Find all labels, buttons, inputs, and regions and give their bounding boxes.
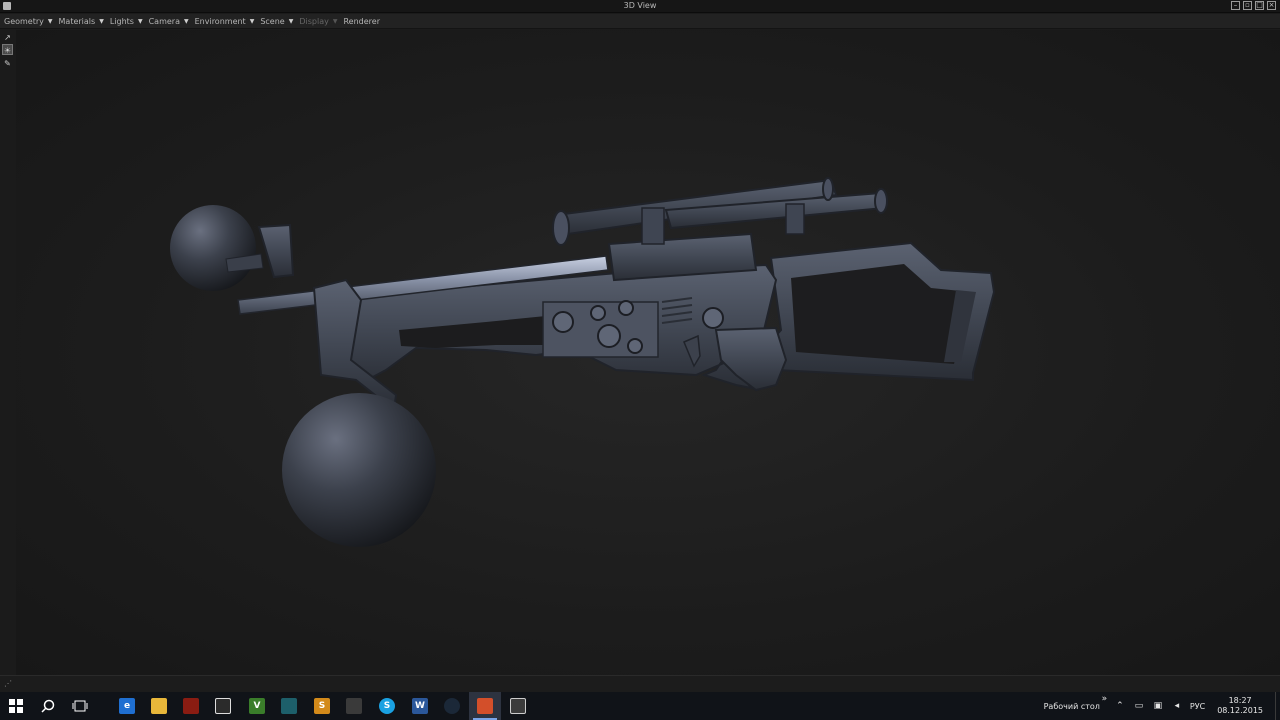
- steam-icon: [444, 698, 460, 714]
- menu-display: Display ▼: [299, 16, 338, 26]
- search-button[interactable]: [32, 692, 64, 720]
- language-indicator[interactable]: РУС: [1190, 702, 1205, 711]
- menu-renderer[interactable]: Renderer: [343, 17, 380, 26]
- knob-1: [552, 311, 574, 333]
- window-controls: – ▫ □ ×: [1231, 1, 1276, 10]
- window-title: 3D View: [623, 1, 657, 10]
- scope-lens: [874, 188, 888, 214]
- maximize-icon[interactable]: □: [1255, 1, 1264, 10]
- dota-icon: [183, 698, 199, 714]
- zbrush-icon: [281, 698, 297, 714]
- clock-time: 18:27: [1228, 696, 1252, 705]
- resize-grip-icon[interactable]: ⋰: [4, 679, 12, 688]
- paint-app-icon: S: [314, 698, 330, 714]
- front-sight-bracket: [257, 223, 295, 279]
- menu-lights[interactable]: Lights ▼: [110, 17, 143, 26]
- 3d-viewport[interactable]: [16, 30, 1280, 675]
- export-icon[interactable]: ↗: [2, 32, 13, 43]
- taskbar-app-paint[interactable]: S: [306, 692, 338, 720]
- apps-grid-icon: [346, 698, 362, 714]
- knob-3: [618, 300, 634, 316]
- front-sphere: [282, 393, 436, 547]
- caret-down-icon: ▼: [288, 17, 294, 25]
- knob-5: [627, 338, 643, 354]
- title-bar: 3D View – ▫ □ ×: [0, 0, 1280, 13]
- search-icon: [41, 699, 55, 713]
- caret-down-icon: ▼: [137, 17, 143, 25]
- menu-environment[interactable]: Environment ▼: [195, 17, 255, 26]
- taskbar-app-zbrush[interactable]: [273, 692, 305, 720]
- taskbar-app-dota[interactable]: [175, 692, 207, 720]
- windows-icon: [9, 699, 23, 713]
- scope-ring-1: [641, 207, 665, 245]
- chevron-up-icon[interactable]: ⌃: [1114, 700, 1126, 712]
- caret-down-icon: ▼: [99, 17, 104, 25]
- substance-painter-icon: [477, 698, 493, 714]
- taskbar-app-steam[interactable]: [436, 692, 468, 720]
- store-icon: [215, 698, 231, 714]
- back-sphere: [170, 205, 256, 291]
- viewport-menu-bar: Geometry ▼ Materials ▼ Lights ▼ Camera ▼ Env…: [0, 14, 1280, 29]
- close-icon[interactable]: ×: [1267, 1, 1276, 10]
- toolbar-chevron-icon[interactable]: »: [1102, 694, 1108, 704]
- taskbar-app-store[interactable]: [207, 692, 239, 720]
- calculator-icon: [510, 698, 526, 714]
- knob-4: [597, 324, 621, 348]
- task-view-icon: [72, 700, 88, 712]
- taskbar-app-vray[interactable]: V: [241, 692, 273, 720]
- volume-icon[interactable]: ◂: [1171, 700, 1183, 712]
- caret-down-icon: ▼: [249, 17, 255, 25]
- caret-down-icon: ▼: [183, 17, 189, 25]
- taskbar-app-word[interactable]: W: [404, 692, 436, 720]
- menu-materials[interactable]: Materials ▼: [59, 17, 104, 26]
- minimize-icon[interactable]: –: [1231, 1, 1240, 10]
- start-button[interactable]: [0, 692, 32, 720]
- edge-icon: e: [119, 698, 135, 714]
- taskbar-app-substance-painter[interactable]: [469, 692, 501, 720]
- viewport-toolstrip: ↗ ☀ ✎: [0, 30, 16, 675]
- taskbar-app-edge[interactable]: e: [111, 692, 143, 720]
- caret-down-icon: ▼: [47, 17, 53, 25]
- scope-eyepiece: [552, 210, 570, 246]
- show-desktop-button[interactable]: [1275, 692, 1280, 720]
- menu-scene[interactable]: Scene ▼: [260, 17, 293, 26]
- menu-camera[interactable]: Camera ▼: [149, 17, 189, 26]
- system-tray: Рабочий стол » ⌃ ▭ ▣ ◂ РУС 18:27 08.12.2…: [1044, 692, 1280, 720]
- rotate-light-icon[interactable]: ☀: [2, 44, 13, 55]
- clock[interactable]: 18:27 08.12.2015: [1217, 696, 1263, 716]
- status-strip: ⋰: [0, 675, 1280, 692]
- scope-ring-2: [785, 203, 805, 235]
- taskbar: e V S S W Рабочий стол » ⌃ ▭ ▣ ◂ РУС 18:…: [0, 692, 1280, 720]
- taskbar-app-grid[interactable]: [338, 692, 370, 720]
- taskbar-app-file-explorer[interactable]: [143, 692, 175, 720]
- network-icon[interactable]: ▣: [1152, 700, 1164, 712]
- pick-icon[interactable]: ✎: [2, 58, 13, 69]
- desktop-toolbar-label[interactable]: Рабочий стол: [1044, 702, 1100, 711]
- clock-date: 08.12.2015: [1217, 706, 1263, 715]
- rifle-model: [170, 177, 996, 547]
- skype-icon: S: [379, 698, 395, 714]
- task-view-button[interactable]: [64, 692, 96, 720]
- taskbar-app-skype[interactable]: S: [371, 692, 403, 720]
- menu-geometry[interactable]: Geometry ▼: [4, 17, 53, 26]
- taskbar-app-calculator[interactable]: [502, 692, 534, 720]
- caret-down-icon: ▼: [332, 17, 338, 25]
- restore-icon[interactable]: ▫: [1243, 1, 1252, 10]
- vray-icon: V: [249, 698, 265, 714]
- knob-2: [590, 305, 606, 321]
- file-explorer-icon: [151, 698, 167, 714]
- word-icon: W: [412, 698, 428, 714]
- knob-6: [702, 307, 724, 329]
- notifications-icon[interactable]: ▭: [1133, 700, 1145, 712]
